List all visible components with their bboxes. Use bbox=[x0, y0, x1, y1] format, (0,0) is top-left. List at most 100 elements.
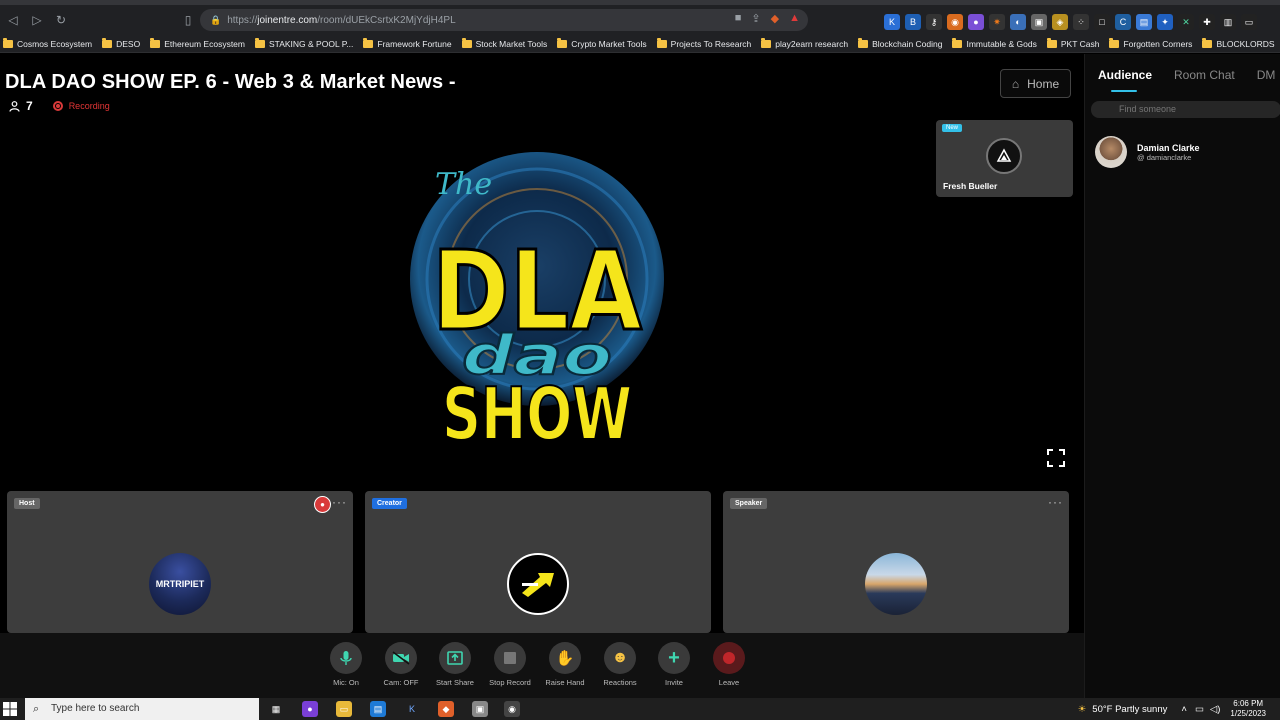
hand-icon: ✋ bbox=[549, 642, 581, 674]
bookmark-folder[interactable]: Framework Fortune bbox=[363, 37, 452, 49]
folder-icon bbox=[1202, 37, 1213, 48]
folder-icon bbox=[3, 37, 13, 48]
avatar bbox=[1095, 136, 1127, 168]
extension-b-icon[interactable]: B bbox=[905, 14, 921, 30]
bookmark-label: BLOCKLORDS bbox=[1216, 38, 1275, 49]
find-someone-input[interactable] bbox=[1091, 101, 1280, 118]
address-bar[interactable]: 🔒 https://joinentre.com/room/dUEkCsrtxK2… bbox=[200, 9, 808, 31]
tab-dm[interactable]: DM bbox=[1257, 68, 1276, 94]
extension-window-icon[interactable]: ▤ bbox=[1136, 14, 1152, 30]
invite-button[interactable]: + Invite bbox=[644, 642, 704, 687]
obs-icon[interactable]: ◉ bbox=[504, 701, 520, 717]
app-grey-icon[interactable]: ▣ bbox=[472, 701, 488, 717]
bookmark-label: Framework Fortune bbox=[377, 38, 452, 49]
raise-hand-button[interactable]: ✋ Raise Hand bbox=[535, 642, 595, 687]
taskbar-search-placeholder: Type here to search bbox=[51, 703, 140, 714]
bookmark-folder[interactable]: PKT Cash bbox=[1046, 37, 1099, 49]
reload-icon[interactable]: ↻ bbox=[50, 9, 72, 31]
folder-icon bbox=[363, 37, 374, 48]
participant-tile-speaker[interactable]: Speaker ··· bbox=[723, 491, 1069, 633]
chevron-up-icon[interactable]: ˄ bbox=[1181, 704, 1187, 715]
participant-tile-creator[interactable]: Creator bbox=[365, 491, 711, 633]
fullscreen-icon[interactable] bbox=[1046, 448, 1066, 468]
task-view-icon[interactable]: ▦ bbox=[268, 701, 284, 717]
active-tab-indicator bbox=[1111, 90, 1137, 92]
wallet-icon[interactable]: ▭ bbox=[1241, 14, 1257, 30]
folder-icon bbox=[656, 37, 667, 48]
extension-fox-icon[interactable]: ◉ bbox=[947, 14, 963, 30]
bookmark-folder[interactable]: Blockchain Coding bbox=[858, 37, 942, 49]
bookmark-folder[interactable]: Forgotten Corners bbox=[1109, 37, 1193, 49]
stop-icon bbox=[494, 642, 526, 674]
extension-wand-icon[interactable]: ✦ bbox=[1157, 14, 1173, 30]
sidebar-icon[interactable]: ▥ bbox=[1220, 14, 1236, 30]
app-k-icon[interactable]: K bbox=[404, 701, 420, 717]
bookmark-folder[interactable]: DESO bbox=[102, 37, 140, 49]
plus-icon: + bbox=[658, 642, 690, 674]
bookmark-icon[interactable]: ▯ bbox=[177, 9, 199, 31]
brave-shield-icon[interactable]: ◆ bbox=[771, 12, 779, 25]
avatar: MRTRIPIET bbox=[149, 553, 211, 615]
folder-icon bbox=[150, 37, 161, 48]
stop-record-button[interactable]: Stop Record bbox=[480, 642, 540, 687]
reactions-button[interactable]: ☻ Reactions bbox=[590, 642, 650, 687]
file-explorer-icon[interactable]: ▭ bbox=[336, 701, 352, 717]
share-icon[interactable]: ⇪ bbox=[751, 12, 760, 25]
show-logo: The DLA dao SHOW bbox=[410, 152, 664, 449]
bookmark-folder[interactable]: BLOCKLORDS bbox=[1202, 37, 1275, 49]
windows-start-icon[interactable] bbox=[2, 701, 18, 717]
more-options-icon[interactable]: ··· bbox=[332, 495, 347, 509]
extension-key-icon[interactable]: ⚷ bbox=[926, 14, 942, 30]
mic-on-button[interactable]: Mic: On bbox=[316, 642, 376, 687]
extension-x-icon[interactable]: ✕ bbox=[1178, 14, 1194, 30]
clock[interactable]: 6:06 PM 1/25/2023 bbox=[1230, 699, 1266, 719]
extension-star-icon[interactable]: ✷ bbox=[989, 14, 1005, 30]
bookmark-folder[interactable]: Projects To Research bbox=[656, 37, 751, 49]
bookmark-folder[interactable]: Stock Market Tools bbox=[461, 37, 547, 49]
room-app: DLA DAO SHOW EP. 6 - Web 3 & Market News… bbox=[0, 54, 1280, 698]
weather-text[interactable]: 50°F Partly sunny bbox=[1092, 704, 1167, 715]
audience-member[interactable]: Damian Clarke @ damianclarke bbox=[1095, 136, 1200, 168]
bookmark-label: Forgotten Corners bbox=[1123, 38, 1193, 49]
room-meta: 7 Recording bbox=[9, 99, 110, 113]
control-label: Leave bbox=[718, 678, 740, 687]
extension-dots-icon[interactable]: ⁘ bbox=[1073, 14, 1089, 30]
brave-rewards-icon[interactable]: ▲ bbox=[789, 12, 800, 25]
extension-blue-icon[interactable]: ◐ bbox=[1010, 14, 1026, 30]
participant-name: Fresh Bueller bbox=[943, 181, 998, 191]
app-purple-icon[interactable]: ● bbox=[302, 701, 318, 717]
bookmark-folder[interactable]: Immutable & Gods bbox=[952, 37, 1037, 49]
participant-tile-fresh-bueller[interactable]: New Fresh Bueller bbox=[936, 120, 1073, 197]
extensions-puzzle-icon[interactable]: ✚ bbox=[1199, 14, 1215, 30]
network-icon[interactable]: ▭ bbox=[1195, 704, 1204, 715]
bookmark-folder[interactable]: play2earn research bbox=[761, 37, 848, 49]
tab-room-chat[interactable]: Room Chat bbox=[1174, 68, 1235, 94]
extension-k-icon[interactable]: K bbox=[884, 14, 900, 30]
extension-square-icon[interactable]: □ bbox=[1094, 14, 1110, 30]
leave-button[interactable]: Leave bbox=[699, 642, 759, 687]
taskbar-search[interactable]: ⌕ Type here to search bbox=[25, 698, 259, 720]
bookmark-folder[interactable]: Crypto Market Tools bbox=[557, 37, 647, 49]
back-icon[interactable]: ◁ bbox=[2, 9, 24, 31]
brave-browser-icon[interactable]: ◆ bbox=[438, 701, 454, 717]
call-controls: Mic: On Cam: OFF Start Share Stop Record ✋ Ra… bbox=[0, 633, 1084, 698]
extension-grey-icon[interactable]: ▣ bbox=[1031, 14, 1047, 30]
extension-gold-icon[interactable]: ◈ bbox=[1052, 14, 1068, 30]
participant-tile-host[interactable]: Host ● ··· MRTRIPIET bbox=[7, 491, 353, 633]
forward-icon[interactable]: ▷ bbox=[26, 9, 48, 31]
start-share-button[interactable]: Start Share bbox=[425, 642, 485, 687]
extension-circle-icon[interactable]: ● bbox=[968, 14, 984, 30]
bookmark-folder[interactable]: STAKING & POOL P... bbox=[254, 37, 353, 49]
extension-c-icon[interactable]: C bbox=[1115, 14, 1131, 30]
app-blue-icon[interactable]: ▤ bbox=[370, 701, 386, 717]
volume-icon[interactable]: ◁) bbox=[1210, 704, 1220, 715]
folder-icon bbox=[1109, 37, 1120, 48]
record-icon bbox=[52, 101, 63, 111]
more-options-icon[interactable]: ··· bbox=[1048, 495, 1063, 509]
bookmark-folder[interactable]: Cosmos Ecosystem bbox=[3, 37, 92, 49]
camera-icon[interactable]: ■ bbox=[735, 12, 742, 25]
home-button[interactable]: ⌂ Home bbox=[1000, 69, 1071, 98]
cam-off-button[interactable]: Cam: OFF bbox=[371, 642, 431, 687]
bookmark-folder[interactable]: Ethereum Ecosystem bbox=[150, 37, 245, 49]
url-host: joinentre.com bbox=[257, 14, 318, 26]
